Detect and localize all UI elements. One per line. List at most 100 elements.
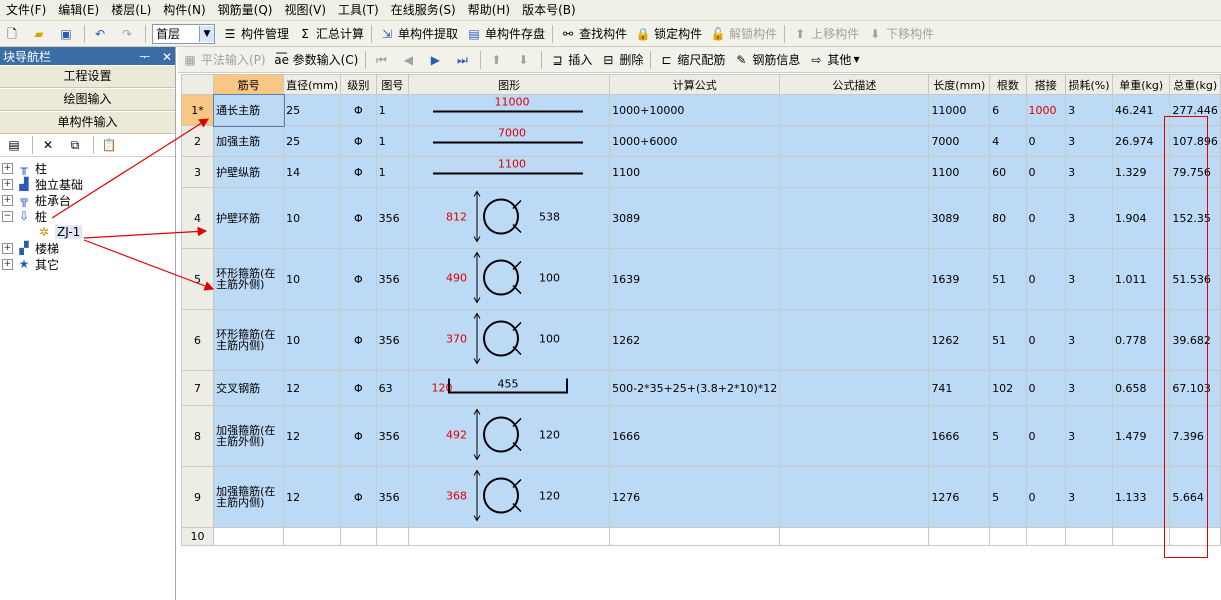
cell-formula[interactable] bbox=[609, 527, 781, 546]
pin-icon[interactable]: ᅮ bbox=[139, 50, 150, 64]
row-number[interactable]: 10 bbox=[180, 527, 215, 546]
cell-total[interactable]: 107.896 bbox=[1169, 125, 1221, 157]
cell-formula[interactable]: 1000+10000 bbox=[609, 94, 781, 126]
find-component-button[interactable]: ⚯ 查找构件 bbox=[556, 23, 631, 45]
delete-row-button[interactable]: ⊟ 删除 bbox=[596, 49, 647, 71]
cell-dia[interactable]: 14 bbox=[283, 156, 342, 188]
cell-fig[interactable]: 356 bbox=[375, 405, 410, 467]
rebar-info-button[interactable]: ✎ 钢筋信息 bbox=[729, 49, 804, 71]
cell-length[interactable]: 1276 bbox=[928, 466, 991, 528]
cell-name[interactable]: 护壁纵筋 bbox=[213, 156, 285, 188]
cell-grade[interactable]: Φ bbox=[340, 405, 377, 467]
cell-count[interactable]: 4 bbox=[989, 125, 1027, 157]
column-header-6[interactable]: 公式描述 bbox=[779, 74, 930, 95]
nav-drawing-input[interactable]: 绘图输入 bbox=[0, 88, 175, 111]
cell-count[interactable]: 102 bbox=[989, 370, 1027, 406]
table-row[interactable]: 5 环形箍筋(在主筋外侧) 10 Φ 356 490 100 1639 1639 51 0 3 1.01… bbox=[180, 248, 1221, 310]
table-row[interactable]: 8 加强箍筋(在主筋外侧) 12 Φ 356 492 120 1666 1666 5 0 3 1.479… bbox=[180, 405, 1221, 467]
cell-unit[interactable]: 1.479 bbox=[1112, 405, 1171, 467]
cell-formula[interactable]: 1000+6000 bbox=[609, 125, 781, 157]
cell-grade[interactable] bbox=[340, 527, 377, 546]
cell-lap[interactable]: 0 bbox=[1025, 187, 1067, 249]
close-icon[interactable]: ✕ bbox=[162, 50, 172, 64]
cell-grade[interactable]: Φ bbox=[340, 94, 377, 126]
tree-item-2[interactable]: + ╦ 桩承台 bbox=[0, 192, 175, 208]
cell-length[interactable]: 1639 bbox=[928, 248, 991, 310]
cell-desc[interactable] bbox=[779, 187, 930, 249]
column-header-12[interactable]: 总重(kg) bbox=[1169, 74, 1221, 95]
floor-select[interactable]: 首层 ▼ bbox=[152, 23, 215, 44]
cell-total[interactable]: 7.396 bbox=[1169, 405, 1221, 467]
cell-length[interactable]: 11000 bbox=[928, 94, 991, 126]
collapse-icon[interactable]: − bbox=[2, 210, 13, 222]
cell-count[interactable]: 5 bbox=[989, 405, 1027, 467]
cell-total[interactable]: 51.536 bbox=[1169, 248, 1221, 310]
tree-item-4[interactable]: ✲ ZJ-1 bbox=[0, 224, 175, 240]
cell-lap[interactable] bbox=[1025, 527, 1067, 546]
cell-loss[interactable]: 3 bbox=[1065, 370, 1114, 406]
chevron-down-icon[interactable]: ▼ bbox=[199, 25, 214, 42]
menu-item-1[interactable]: 编辑(E) bbox=[52, 0, 105, 20]
cell-shape[interactable]: 368 120 bbox=[408, 466, 611, 528]
table-row[interactable]: 9 加强箍筋(在主筋内侧) 12 Φ 356 368 120 1276 1276 5 0 3 1.133… bbox=[180, 466, 1221, 528]
tree-item-5[interactable]: + ▞ 楼梯 bbox=[0, 240, 175, 256]
nav-project-settings[interactable]: 工程设置 bbox=[0, 65, 175, 88]
cell-desc[interactable] bbox=[779, 370, 930, 406]
single-extract-button[interactable]: ⇲ 单构件提取 bbox=[375, 23, 462, 45]
new-file-button[interactable]: 🗋 bbox=[0, 23, 27, 45]
cell-lap[interactable]: 0 bbox=[1025, 125, 1067, 157]
cell-name[interactable]: 环形箍筋(在主筋内侧) bbox=[213, 309, 285, 371]
flat-input-button[interactable]: ▦ 平法输入(P) bbox=[178, 49, 270, 71]
row-number[interactable]: 9 bbox=[180, 466, 215, 528]
cell-dia[interactable]: 10 bbox=[283, 248, 342, 310]
cell-formula[interactable]: 1276 bbox=[609, 466, 781, 528]
column-header-7[interactable]: 长度(mm) bbox=[928, 74, 991, 95]
cell-desc[interactable] bbox=[779, 248, 930, 310]
row-number[interactable]: 6 bbox=[180, 309, 215, 371]
cell-grade[interactable]: Φ bbox=[340, 370, 377, 406]
cell-unit[interactable]: 1.133 bbox=[1112, 466, 1171, 528]
column-header-10[interactable]: 损耗(%) bbox=[1065, 74, 1114, 95]
row-number[interactable]: 4 bbox=[180, 187, 215, 249]
cell-count[interactable]: 5 bbox=[989, 466, 1027, 528]
cell-formula[interactable]: 500-2*35+25+(3.8+2*10)*12 bbox=[609, 370, 781, 406]
summary-calc-button[interactable]: Σ 汇总计算 bbox=[293, 23, 368, 45]
cell-lap[interactable]: 0 bbox=[1025, 309, 1067, 371]
cell-grade[interactable]: Φ bbox=[340, 248, 377, 310]
unlock-component-button[interactable]: 🔓 解锁构件 bbox=[706, 23, 781, 45]
cell-name[interactable]: 交叉钢筋 bbox=[213, 370, 285, 406]
menu-item-4[interactable]: 钢筋量(Q) bbox=[212, 0, 279, 20]
cell-length[interactable]: 1100 bbox=[928, 156, 991, 188]
cell-shape[interactable]: 120 455 bbox=[408, 370, 611, 406]
tree-item-6[interactable]: + ★ 其它 bbox=[0, 256, 175, 272]
cell-unit[interactable]: 1.011 bbox=[1112, 248, 1171, 310]
param-input-button[interactable]: a͞e 参数输入(C) bbox=[270, 49, 363, 71]
cell-desc[interactable] bbox=[779, 527, 930, 546]
cell-dia[interactable]: 10 bbox=[283, 309, 342, 371]
cell-shape[interactable]: 812 538 bbox=[408, 187, 611, 249]
cell-dia[interactable]: 12 bbox=[283, 405, 342, 467]
cell-length[interactable]: 1666 bbox=[928, 405, 991, 467]
other-menu-button[interactable]: ⇨ 其他 ▼ bbox=[804, 49, 863, 71]
cell-loss[interactable]: 3 bbox=[1065, 156, 1114, 188]
cell-total[interactable]: 79.756 bbox=[1169, 156, 1221, 188]
row-number[interactable]: 1* bbox=[180, 94, 215, 126]
tree-item-1[interactable]: + ▟ 独立基础 bbox=[0, 176, 175, 192]
cell-desc[interactable] bbox=[779, 94, 930, 126]
cell-total[interactable]: 152.35 bbox=[1169, 187, 1221, 249]
cell-fig[interactable]: 1 bbox=[375, 156, 410, 188]
cell-length[interactable]: 7000 bbox=[928, 125, 991, 157]
cell-count[interactable]: 60 bbox=[989, 156, 1027, 188]
cell-dia[interactable]: 12 bbox=[283, 466, 342, 528]
table-row[interactable]: 10 bbox=[180, 527, 1221, 546]
cell-fig[interactable]: 63 bbox=[375, 370, 410, 406]
cell-fig[interactable]: 356 bbox=[375, 248, 410, 310]
column-header-3[interactable]: 图号 bbox=[375, 74, 410, 95]
menu-item-7[interactable]: 在线服务(S) bbox=[385, 0, 462, 20]
cell-loss[interactable]: 3 bbox=[1065, 125, 1114, 157]
row-number[interactable]: 7 bbox=[180, 370, 215, 406]
cell-grade[interactable]: Φ bbox=[340, 125, 377, 157]
cell-formula[interactable]: 1639 bbox=[609, 248, 781, 310]
cell-grade[interactable]: Φ bbox=[340, 156, 377, 188]
cell-shape[interactable]: 11000 bbox=[408, 94, 611, 126]
